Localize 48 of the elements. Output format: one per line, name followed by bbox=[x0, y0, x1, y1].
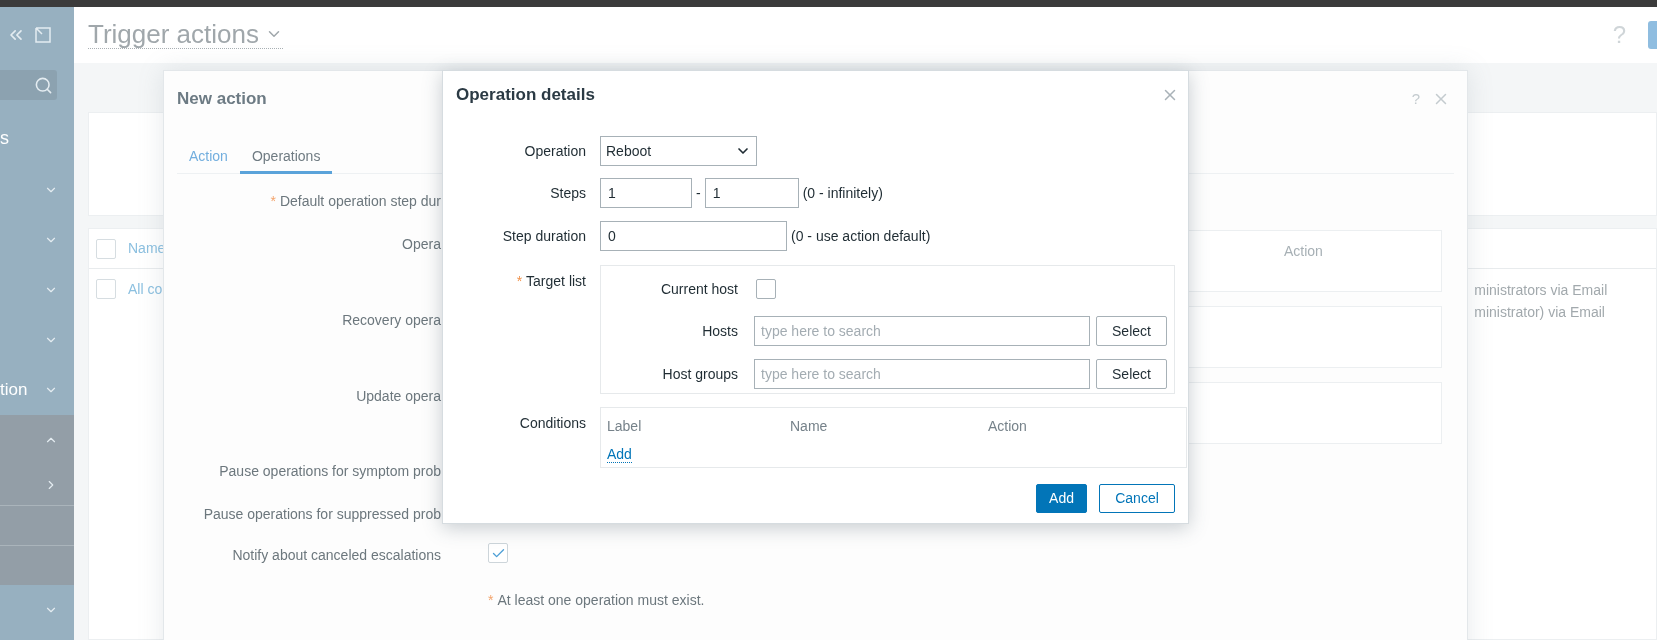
input-field[interactable]: 1 bbox=[704, 178, 799, 208]
field-label: Operation bbox=[524, 141, 586, 161]
field-label: Recovery opera bbox=[342, 311, 441, 330]
cancel-button[interactable]: Cancel bbox=[1099, 484, 1175, 513]
expand-icon[interactable] bbox=[34, 26, 52, 44]
table-cell-text: ministrators via Email bbox=[1474, 281, 1608, 300]
header-button[interactable] bbox=[1648, 21, 1657, 49]
field-hint: (0 - use action default) bbox=[791, 226, 931, 246]
range-separator: - bbox=[696, 183, 701, 203]
search-field[interactable]: type here to search bbox=[754, 359, 1090, 389]
column-header: Label bbox=[607, 416, 643, 436]
field-label: Update opera bbox=[356, 387, 441, 406]
add-button[interactable]: Add bbox=[1036, 484, 1087, 513]
table-cell-text: ministrator) via Email bbox=[1474, 303, 1606, 322]
field-label: Steps bbox=[550, 183, 586, 203]
column-header: Name bbox=[790, 416, 829, 436]
select-button[interactable]: Select bbox=[1096, 316, 1167, 346]
field-label: Notify about canceled escalations bbox=[232, 545, 441, 565]
column-header: Action bbox=[1284, 242, 1323, 261]
search-field[interactable]: type here to search bbox=[754, 316, 1090, 346]
search-icon bbox=[34, 75, 53, 95]
field-label: Step duration bbox=[502, 226, 586, 246]
select-button[interactable]: Select bbox=[1096, 359, 1167, 389]
section-title: s bbox=[0, 129, 9, 147]
checkbox[interactable] bbox=[96, 238, 116, 259]
operation-select[interactable]: Reboot bbox=[600, 136, 757, 166]
field-label: * Target list bbox=[516, 272, 586, 291]
field-label: Conditions bbox=[519, 414, 586, 433]
checkbox[interactable] bbox=[756, 279, 776, 299]
field-label: Hosts bbox=[702, 321, 738, 341]
validation-note: * At least one operation must exist. bbox=[488, 590, 705, 610]
dialog-title: New action bbox=[177, 88, 267, 111]
field-label: Pause operations for symptom prob bbox=[219, 461, 441, 481]
field-label: Current host bbox=[660, 279, 738, 299]
checkbox[interactable] bbox=[96, 279, 116, 299]
field-label: * Default operation step dur bbox=[270, 191, 441, 211]
dialog-title: Operation details bbox=[456, 84, 595, 107]
search-field[interactable] bbox=[0, 70, 57, 100]
field-label: Host groups bbox=[662, 364, 738, 384]
checkbox[interactable] bbox=[488, 543, 508, 563]
input-field[interactable]: 1 bbox=[600, 178, 692, 208]
field-hint: (0 - infinitely) bbox=[802, 183, 883, 203]
field-label: Opera bbox=[402, 235, 441, 254]
input-field[interactable]: 0 bbox=[600, 221, 787, 251]
column-header: Action bbox=[988, 416, 1028, 436]
field-label: Pause operations for suppressed prob bbox=[203, 504, 441, 524]
add-link[interactable]: Add bbox=[607, 446, 632, 463]
tab[interactable]: Operations bbox=[239, 141, 333, 174]
